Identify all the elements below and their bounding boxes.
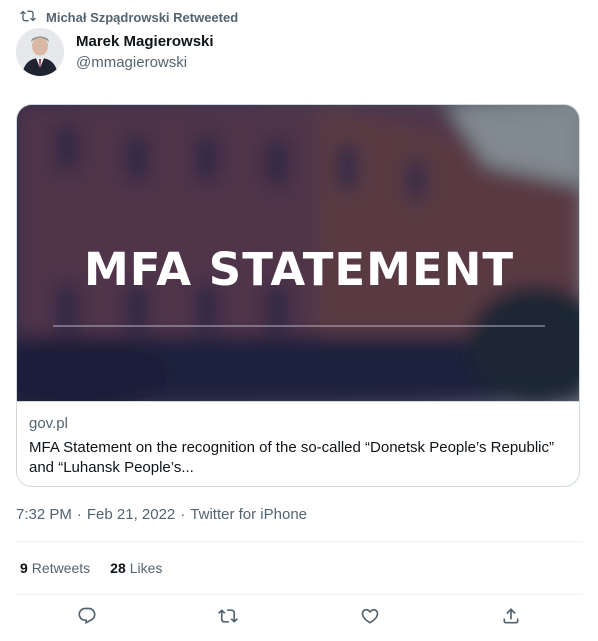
divider xyxy=(16,594,582,595)
like-icon xyxy=(360,606,380,631)
meta-separator: · xyxy=(180,506,186,523)
likes-count: 28 xyxy=(110,560,126,576)
share-button[interactable] xyxy=(497,604,525,632)
likes-label: Likes xyxy=(129,560,163,576)
retweeted-by-text[interactable]: Michał Szpądrowski Retweeted xyxy=(46,10,238,25)
reply-icon xyxy=(77,606,97,631)
tweet-stats: 9 Retweets 28 Likes xyxy=(20,560,162,576)
tweet-source[interactable]: Twitter for iPhone xyxy=(190,506,307,523)
retweets-label: Retweets xyxy=(31,560,91,576)
like-button[interactable] xyxy=(356,604,384,632)
card-description: MFA Statement on the recognition of the … xyxy=(29,439,555,476)
card-image[interactable]: MFA STATEMENT xyxy=(17,105,579,401)
avatar[interactable] xyxy=(16,28,64,76)
tweet-time[interactable]: 7:32 PM xyxy=(16,506,72,523)
action-bar xyxy=(16,604,582,632)
card-image-title: MFA STATEMENT xyxy=(83,243,515,296)
retweet-header: Michał Szpądrowski Retweeted xyxy=(20,8,238,26)
share-icon xyxy=(501,606,521,631)
tweet-date[interactable]: Feb 21, 2022 xyxy=(87,506,175,523)
author-handle[interactable]: @mmagierowski xyxy=(76,54,187,71)
retweets-count: 9 xyxy=(20,560,28,576)
meta-separator: · xyxy=(76,506,82,523)
link-card[interactable]: MFA STATEMENT gov.pl MFA Statement on th… xyxy=(16,104,580,487)
retweet-icon xyxy=(218,606,239,631)
card-domain: gov.pl xyxy=(29,415,68,432)
retweets-stat[interactable]: 9 Retweets xyxy=(20,560,90,576)
divider xyxy=(16,541,582,542)
likes-stat[interactable]: 28 Likes xyxy=(110,560,162,576)
author-name[interactable]: Marek Magierowski xyxy=(76,33,214,50)
tweet-meta: 7:32 PM · Feb 21, 2022 · Twitter for iPh… xyxy=(16,506,307,523)
retweet-icon xyxy=(20,8,36,27)
card-meta[interactable]: gov.pl MFA Statement on the recognition … xyxy=(17,401,579,486)
retweet-button[interactable] xyxy=(214,604,242,632)
reply-button[interactable] xyxy=(73,604,101,632)
